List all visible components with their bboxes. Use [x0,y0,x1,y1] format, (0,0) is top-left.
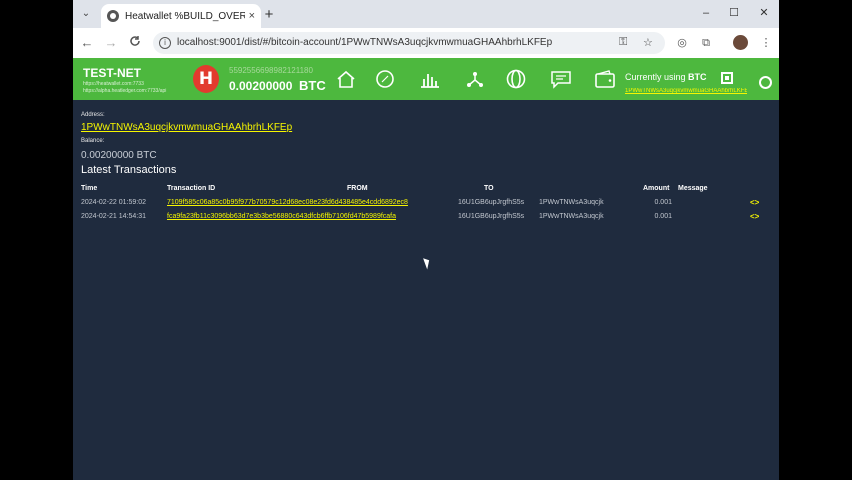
reload-icon [130,36,140,46]
forward-button[interactable]: → [103,35,119,51]
browser-window: ⌄ Heatwallet %BUILD_OVERRIDE... × + – ☐ … [73,0,779,480]
heatwallet-logo[interactable]: H [193,65,219,93]
column-amount: Amount [643,185,670,192]
circles-icon[interactable] [505,69,527,89]
face-icon[interactable] [759,76,772,89]
account-address-link[interactable]: 1PWwTNWsA3uqcjkvmwmuaGHAAhbrhLKFEp [81,122,292,133]
balance-label: Balance: [81,138,105,144]
mouse-cursor-icon [423,256,432,270]
currently-using-label: Currently using BTC [625,72,707,82]
compass-icon[interactable] [374,69,396,89]
profile-avatar[interactable] [733,35,748,50]
row-amount: 0.001 [654,199,672,206]
current-address-link[interactable]: 1PWwTNWsA3uqcjkvmwmuaGHAAhbrhLKFEp [625,88,747,94]
url-text[interactable]: localhost:9001/dist/#/bitcoin-account/1P… [177,37,552,48]
maximize-button[interactable]: ☐ [725,5,743,21]
row-time: 2024-02-22 01:59:02 [81,199,146,206]
row-transaction-link[interactable]: 7109f585c06a85c0b95f977b70579c12d68ec08e… [167,199,408,206]
network-icon[interactable] [464,69,486,89]
column-from: FROM [347,185,368,192]
chat-icon[interactable] [550,69,572,89]
tab-close-icon[interactable]: × [249,10,255,22]
home-icon[interactable] [335,69,357,89]
tab-search-icon[interactable]: ⌄ [79,7,93,21]
row-amount: 0.001 [654,213,672,220]
latest-transactions-title: Latest Transactions [81,164,177,176]
back-button[interactable]: ← [79,35,95,51]
row-to: 1PWwTNWsA3uqcjk [539,199,604,206]
tab-title: Heatwallet %BUILD_OVERRIDE... [125,10,245,22]
reload-button[interactable] [127,35,143,51]
chart-icon[interactable] [419,69,441,89]
column-transaction-id: Transaction ID [167,185,216,192]
qr-code-icon[interactable] [721,72,733,84]
close-window-button[interactable]: ✕ [755,5,773,21]
app-header: TEST-NET https://heatwallet.com:7733 htt… [73,58,779,100]
header-currency: BTC [299,78,326,93]
minimize-button[interactable]: – [697,5,715,21]
column-time: Time [81,185,98,192]
row-to: 1PWwTNWsA3uqcjk [539,213,604,220]
row-expand-icon[interactable]: <> [750,212,759,221]
network-url: https://heatwallet.com:7733 [83,81,144,87]
currently-using-currency: BTC [688,72,707,82]
column-to: TO [484,185,494,192]
extensions-icon[interactable]: ⧉ [699,36,713,50]
network-api-url: https://alpha.heatledger.com:7733/api [83,88,167,94]
menu-icon[interactable]: ⋮ [759,36,773,50]
address-bar[interactable]: i localhost:9001/dist/#/bitcoin-account/… [153,32,665,54]
star-icon[interactable]: ☆ [643,36,653,49]
row-from: 16U1GB6upJrgfhS5s [458,199,525,206]
account-number: 5592556698982121180 [229,66,313,75]
row-time: 2024-02-21 14:54:31 [81,213,146,220]
favicon-icon [107,10,119,22]
row-from: 16U1GB6upJrgfhS5s [458,213,525,220]
currently-using-prefix: Currently using [625,72,686,82]
column-message: Message [678,185,708,192]
wallet-icon[interactable] [594,69,616,89]
key-icon[interactable]: ⚿ [619,36,627,49]
extension-o-icon[interactable]: ◎ [675,36,689,50]
address-label: Address: [81,112,105,118]
account-page: Address: 1PWwTNWsA3uqcjkvmwmuaGHAAhbrhLK… [73,100,779,480]
header-balance: 0.00200000 [229,79,293,93]
tab-strip: ⌄ Heatwallet %BUILD_OVERRIDE... × + – ☐ … [73,0,779,28]
account-balance: 0.00200000 BTC [81,150,157,161]
site-info-icon[interactable]: i [159,37,171,49]
new-tab-button[interactable]: + [261,6,277,23]
row-transaction-link[interactable]: fca9fa23fb11c3096bb63d7e3b3be56880c643df… [167,213,396,220]
row-expand-icon[interactable]: <> [750,198,759,207]
browser-toolbar: ← → i localhost:9001/dist/#/bitcoin-acco… [73,28,779,58]
browser-tab[interactable]: Heatwallet %BUILD_OVERRIDE... × [101,4,261,28]
network-title: TEST-NET [83,66,142,80]
